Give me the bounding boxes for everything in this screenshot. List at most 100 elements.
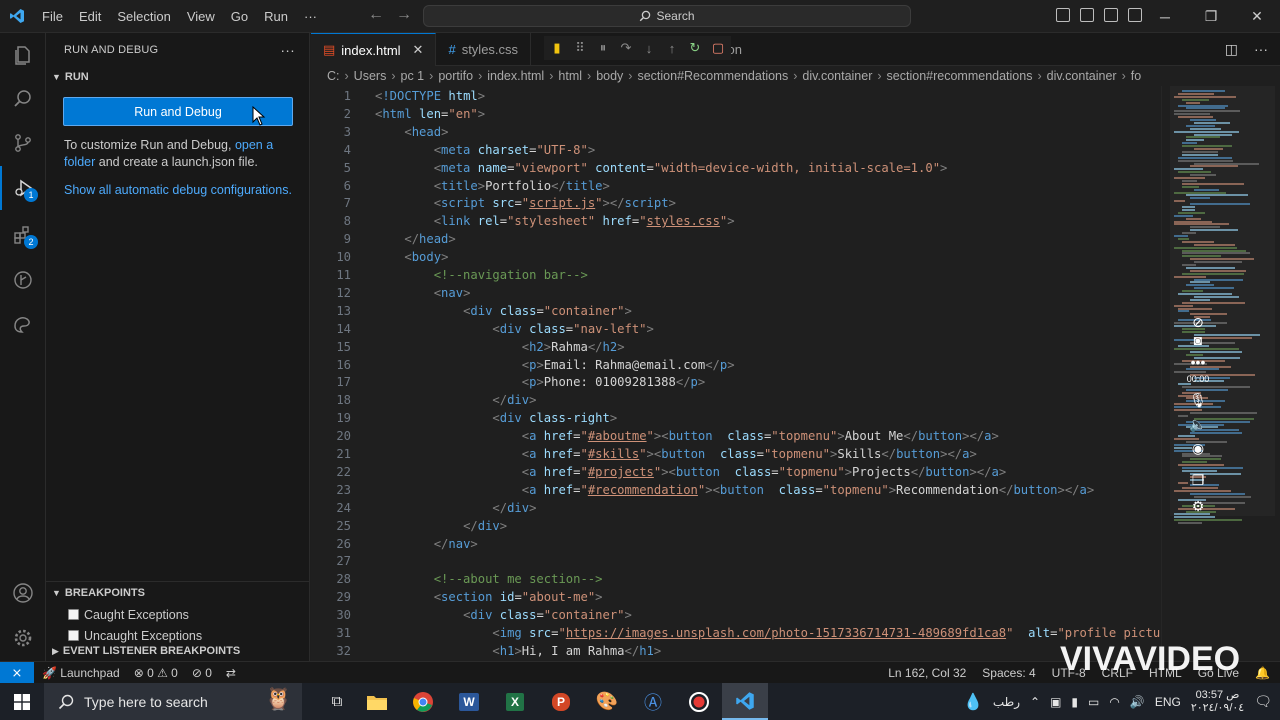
task-view-icon[interactable]: ⧉: [320, 683, 354, 720]
show-all-configurations-link[interactable]: Show all automatic debug configurations.: [64, 183, 292, 197]
screen-icon[interactable]: ❐: [1186, 472, 1210, 489]
excel-icon[interactable]: X: [492, 683, 538, 720]
code-line[interactable]: 14 <div class="nav-left">: [311, 320, 1161, 338]
git-graph-icon[interactable]: [0, 258, 46, 302]
weather-icon[interactable]: 💧: [963, 692, 983, 712]
file-explorer-icon[interactable]: [354, 683, 400, 720]
problems-item[interactable]: ⊗ 0 ⚠ 0: [134, 666, 178, 680]
screen-recorder-icon[interactable]: [676, 683, 722, 720]
step-out-icon[interactable]: ↑: [665, 41, 679, 56]
code-line[interactable]: 21 <a href="#skills"><button class="topm…: [311, 445, 1161, 463]
code-line[interactable]: 20 <a href="#aboutme"><button class="top…: [311, 427, 1161, 445]
menu-file[interactable]: File: [34, 0, 71, 33]
recorder-settings-icon[interactable]: ⚙: [1186, 498, 1210, 515]
breakpoint-caught-exceptions[interactable]: Caught Exceptions: [46, 604, 310, 625]
pin-icon[interactable]: ⊘: [1186, 314, 1210, 331]
forward-arrow-icon[interactable]: →: [396, 6, 412, 24]
breadcrumb-item[interactable]: body: [596, 69, 623, 83]
toggle-secondary-sidebar-icon[interactable]: [1104, 8, 1118, 22]
breadcrumb-item[interactable]: index.html: [487, 69, 544, 83]
code-line[interactable]: 18 </div>: [311, 391, 1161, 409]
code-line[interactable]: 6 <title>Portfolio</title>: [311, 177, 1161, 195]
split-editor-icon[interactable]: ◫: [1225, 41, 1238, 58]
code-line[interactable]: 24 </div>: [311, 499, 1161, 517]
code-line[interactable]: 13 <div class="container">: [311, 302, 1161, 320]
restore-button[interactable]: ❐: [1188, 0, 1234, 33]
tab-index-html[interactable]: ▤ index.html ✕: [311, 33, 437, 66]
powerpoint-icon[interactable]: P: [538, 683, 584, 720]
customize-layout-icon[interactable]: [1128, 8, 1142, 22]
close-window-button[interactable]: ✕: [1234, 0, 1280, 33]
code-line[interactable]: 4 <meta charset="UTF-8">: [311, 141, 1161, 159]
step-over-icon[interactable]: ↷: [619, 40, 633, 56]
indentation[interactable]: Spaces: 4: [982, 666, 1035, 680]
code-line[interactable]: 29 <section id="about-me">: [311, 588, 1161, 606]
more-icon[interactable]: •••: [1186, 354, 1210, 370]
search-view-icon[interactable]: [0, 77, 46, 121]
more-actions-icon[interactable]: ···: [280, 42, 295, 58]
code-line[interactable]: 1 <!DOCTYPE html>: [311, 87, 1161, 105]
checkbox[interactable]: [68, 630, 79, 641]
drag-handle-icon[interactable]: ⠿: [573, 40, 587, 56]
camera-icon[interactable]: ◙: [1186, 332, 1210, 348]
code-line[interactable]: 7 <script src="script.js"></script>: [311, 194, 1161, 212]
code-line[interactable]: 22 <a href="#projects"><button class="to…: [311, 463, 1161, 481]
code-line[interactable]: 23 <a href="#recommendation"><button cla…: [311, 481, 1161, 499]
code-line[interactable]: 31 <img src="https://images.unsplash.com…: [311, 624, 1161, 642]
code-line[interactable]: 28 <!--about me section-->: [311, 570, 1161, 588]
checkbox[interactable]: [68, 609, 79, 620]
clock[interactable]: 03:57 ص ٢٠٢٤/٠٩/٠٤: [1191, 689, 1244, 715]
menu-selection[interactable]: Selection: [109, 0, 178, 33]
code-line[interactable]: 3 <head>: [311, 123, 1161, 141]
breadcrumb-item[interactable]: html: [558, 69, 582, 83]
minimize-button[interactable]: ─: [1142, 0, 1188, 33]
launchpad-item[interactable]: 🚀 Launchpad: [42, 666, 120, 680]
code-line[interactable]: 19 <div class-right>: [311, 409, 1161, 427]
menu-go[interactable]: Go: [223, 0, 256, 33]
breadcrumb-item[interactable]: section#Recommendations: [637, 69, 788, 83]
notifications-bell-icon[interactable]: 🔔: [1255, 666, 1270, 680]
breadcrumb-item[interactable]: portifo: [438, 69, 473, 83]
pause-icon[interactable]: ⏸: [596, 40, 610, 56]
restart-icon[interactable]: ↻: [688, 40, 702, 56]
word-icon[interactable]: W: [446, 683, 492, 720]
input-language[interactable]: ENG: [1155, 695, 1181, 709]
code-line[interactable]: 8 <link rel="stylesheet" href="styles.cs…: [311, 212, 1161, 230]
command-search-box[interactable]: Search: [423, 5, 911, 27]
network-icon[interactable]: ◠: [1109, 695, 1119, 709]
app-store-icon[interactable]: Ⓐ: [630, 683, 676, 720]
chrome-icon[interactable]: [400, 683, 446, 720]
live-share-icon[interactable]: ⇄: [226, 666, 236, 680]
stop-icon[interactable]: ▢: [711, 40, 725, 56]
code-line[interactable]: 10 <body>: [311, 248, 1161, 266]
taskbar-search-box[interactable]: Type here to search 🦉: [44, 683, 302, 720]
code-line[interactable]: 12 <nav>: [311, 284, 1161, 302]
source-control-icon[interactable]: [0, 121, 46, 165]
paint-icon[interactable]: 🎨: [584, 683, 630, 720]
breadcrumb-item[interactable]: Users: [354, 69, 387, 83]
minimap[interactable]: [1161, 86, 1280, 661]
menu-view[interactable]: View: [179, 0, 223, 33]
cursor-position[interactable]: Ln 162, Col 32: [888, 666, 966, 680]
windows-start-icon[interactable]: [0, 683, 44, 720]
step-into-icon[interactable]: ↓: [642, 41, 656, 56]
breadcrumb-item[interactable]: fo: [1131, 69, 1141, 83]
show-hidden-icons-icon[interactable]: ⌃: [1030, 695, 1040, 709]
breadcrumb-item[interactable]: section#recommendations: [887, 69, 1033, 83]
extensions-icon[interactable]: 2: [0, 213, 46, 257]
menu-run[interactable]: Run: [256, 0, 296, 33]
speaker-icon[interactable]: 🔈: [1186, 416, 1210, 433]
notification-center-icon[interactable]: 🗨: [1254, 693, 1272, 710]
code-line[interactable]: 26 </nav>: [311, 535, 1161, 553]
manage-gear-icon[interactable]: [0, 616, 46, 660]
microphone-icon[interactable]: 🎙: [1186, 392, 1210, 409]
accounts-icon[interactable]: [0, 571, 46, 615]
back-arrow-icon[interactable]: ←: [368, 6, 384, 24]
toggle-panel-icon[interactable]: [1080, 8, 1094, 22]
code-line[interactable]: 17 <p>Phone: 01009281388</p>: [311, 373, 1161, 391]
code-line[interactable]: 15 <h2>Rahma</h2>: [311, 338, 1161, 356]
breadcrumb-item[interactable]: div.container: [1047, 69, 1117, 83]
code-line[interactable]: 9 </head>: [311, 230, 1161, 248]
ports-item[interactable]: ⊘ 0: [192, 666, 212, 680]
meet-now-icon[interactable]: ▣: [1050, 695, 1061, 709]
